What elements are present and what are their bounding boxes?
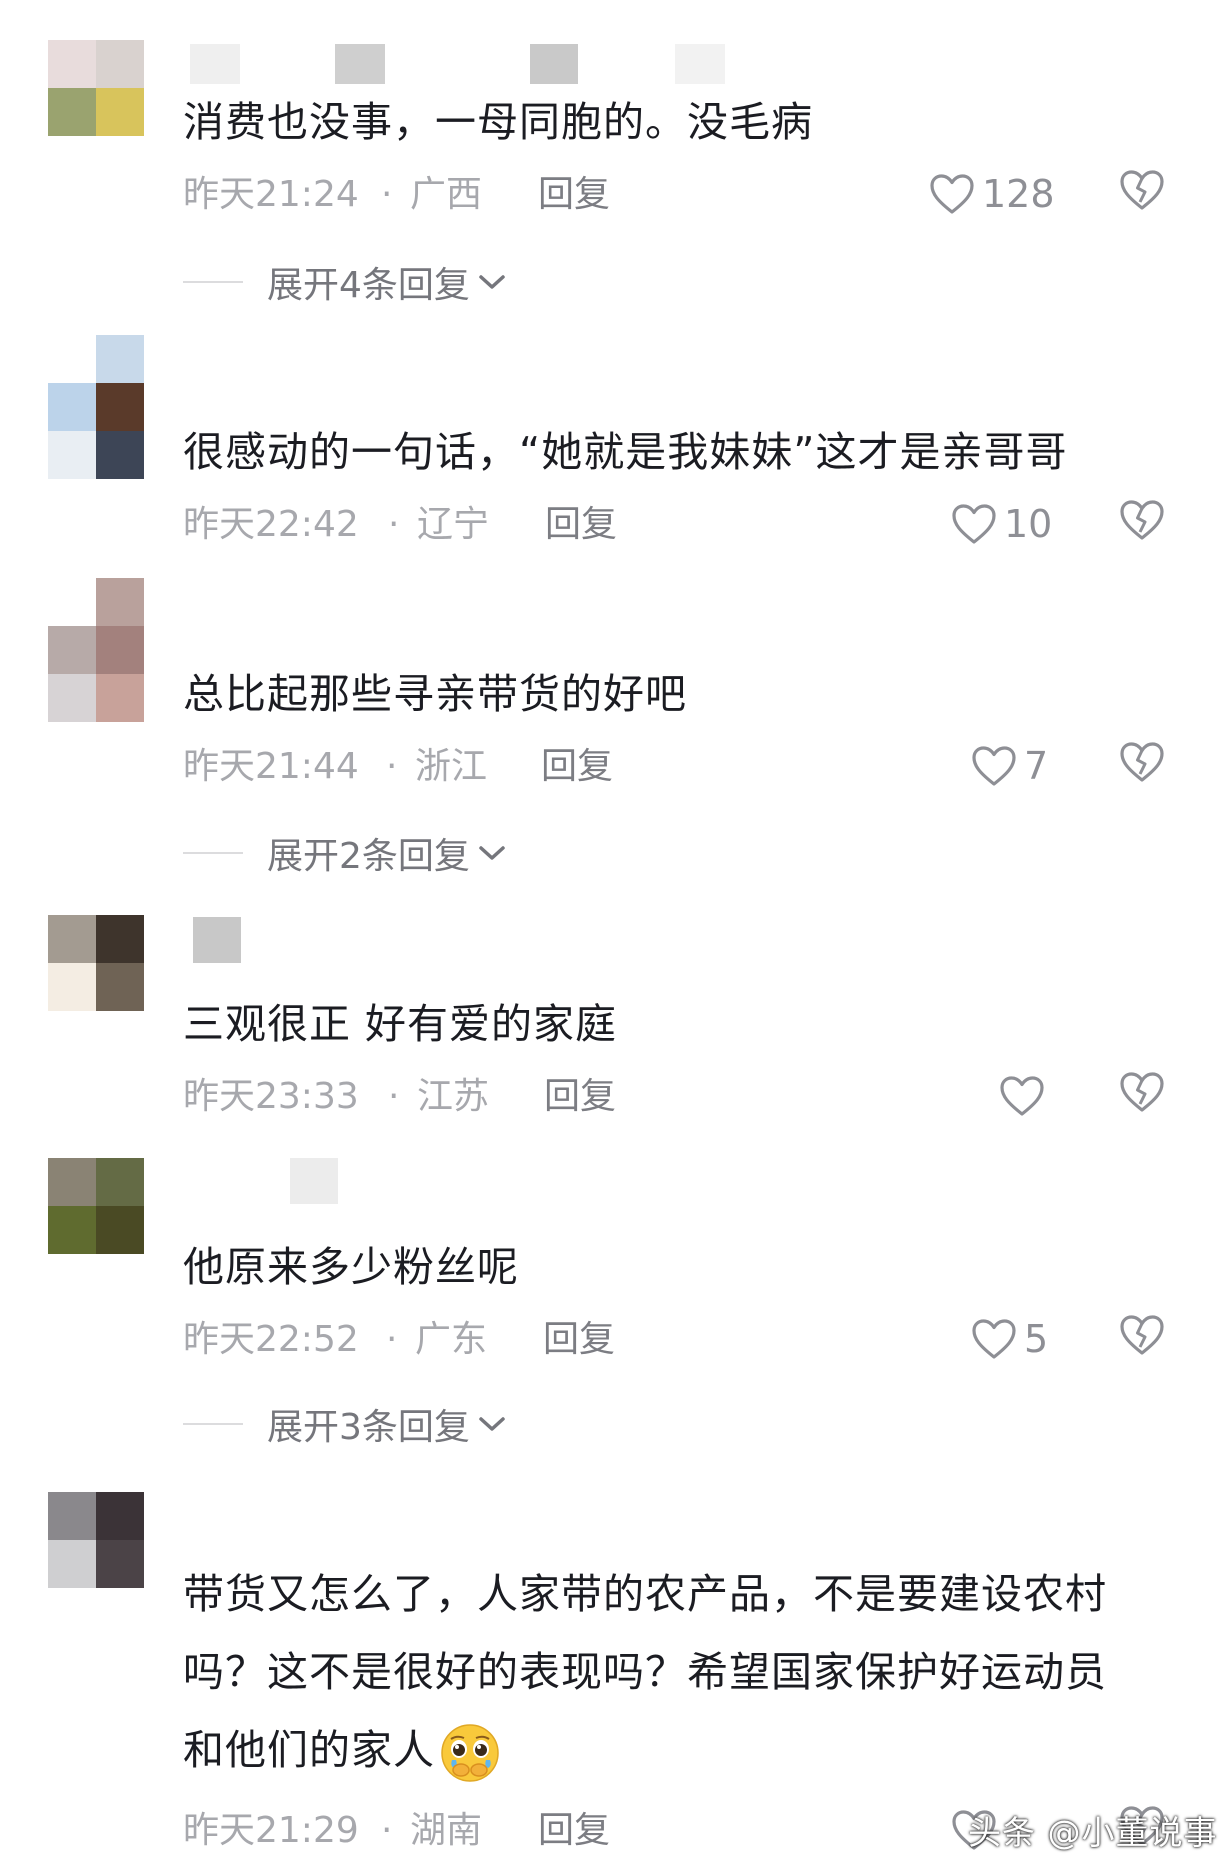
expand-replies-button[interactable]: 展开3条回复 xyxy=(183,1399,506,1449)
comment-text-last-line: 和他们的家人 xyxy=(183,1711,1168,1789)
reply-button[interactable]: 回复 xyxy=(543,1315,615,1365)
expand-replies-button[interactable]: 展开2条回复 xyxy=(183,828,506,878)
reply-button[interactable]: 回复 xyxy=(544,1072,616,1122)
dislike-button[interactable] xyxy=(1118,740,1170,792)
divider-line xyxy=(183,281,243,283)
broken-heart-icon xyxy=(1120,742,1164,782)
heart-icon xyxy=(952,504,996,544)
broken-heart-icon xyxy=(1120,1315,1164,1355)
reply-button[interactable]: 回复 xyxy=(545,500,617,550)
like-button[interactable]: 10 xyxy=(950,498,1052,550)
comment-time: 昨天23:33 xyxy=(183,1076,359,1117)
avatar[interactable] xyxy=(48,40,144,136)
reply-button[interactable]: 回复 xyxy=(538,170,610,220)
separator-dot: · xyxy=(388,504,400,545)
chevron-down-icon xyxy=(479,846,505,860)
chevron-down-icon xyxy=(479,1417,505,1431)
reply-button[interactable]: 回复 xyxy=(541,742,613,792)
username-blurred[interactable] xyxy=(335,44,385,84)
comment-text-line: 带货又怎么了，人家带的农产品，不是要建设农村 xyxy=(183,1570,1107,1618)
expand-replies-label: 展开4条回复 xyxy=(267,265,470,306)
reply-button[interactable]: 回复 xyxy=(538,1806,610,1856)
comment-location: 广西 xyxy=(410,174,483,215)
like-count: 5 xyxy=(1024,1317,1049,1361)
avatar[interactable] xyxy=(48,915,144,1011)
comment-location: 辽宁 xyxy=(417,504,490,545)
comment-text-line: 吗？这不是很好的表现吗？希望国家保护好运动员 xyxy=(183,1648,1107,1696)
pleading-face-icon xyxy=(441,1724,499,1782)
dislike-button[interactable] xyxy=(1118,1313,1170,1365)
like-button[interactable] xyxy=(998,1070,1052,1122)
like-button[interactable]: 7 xyxy=(970,740,1048,792)
comment-text: 很感动的一句话，“她就是我妹妹”这才是亲哥哥 xyxy=(183,428,1068,476)
comment-text: 三观很正 好有爱的家庭 xyxy=(183,1000,618,1048)
comment-time: 昨天22:52 xyxy=(183,1319,359,1360)
comment-time: 昨天21:24 xyxy=(183,174,359,215)
comment-text: 总比起那些寻亲带货的好吧 xyxy=(183,670,687,718)
broken-heart-icon xyxy=(1120,500,1164,540)
like-count: 7 xyxy=(1024,744,1049,788)
like-count: 10 xyxy=(1004,502,1053,546)
comment-text-line: 和他们的家人 xyxy=(183,1726,435,1774)
like-count: 128 xyxy=(982,172,1055,216)
username-blurred[interactable] xyxy=(290,1158,338,1204)
expand-replies-label: 展开2条回复 xyxy=(267,836,470,877)
heart-icon xyxy=(972,1319,1016,1359)
comment-time: 昨天22:42 xyxy=(183,504,359,545)
broken-heart-icon xyxy=(1120,170,1164,210)
expand-replies-button[interactable]: 展开4条回复 xyxy=(183,257,506,307)
comment-location: 湖南 xyxy=(410,1810,483,1851)
avatar[interactable] xyxy=(48,1158,144,1254)
dislike-button[interactable] xyxy=(1118,498,1170,550)
username-blurred[interactable] xyxy=(675,44,725,84)
expand-replies-label: 展开3条回复 xyxy=(267,1407,470,1448)
dislike-button[interactable] xyxy=(1118,1070,1170,1122)
comment-text: 消费也没事，一母同胞的。没毛病 xyxy=(183,98,813,146)
separator-dot: · xyxy=(388,1076,400,1117)
watermark: 头条 @小董说事 xyxy=(968,1813,1218,1852)
avatar[interactable] xyxy=(48,1492,144,1588)
dislike-button[interactable] xyxy=(1118,168,1170,220)
comment-text: 他原来多少粉丝呢 xyxy=(183,1243,519,1291)
avatar[interactable] xyxy=(48,578,144,722)
comment-location: 浙江 xyxy=(415,746,488,787)
username-blurred[interactable] xyxy=(530,44,578,84)
divider-line xyxy=(183,1423,243,1425)
separator-dot: · xyxy=(381,174,393,215)
username-blurred[interactable] xyxy=(193,917,241,963)
separator-dot: · xyxy=(386,746,398,787)
like-button[interactable]: 5 xyxy=(970,1313,1048,1365)
divider-line xyxy=(183,852,243,854)
like-button[interactable]: 128 xyxy=(928,168,1055,220)
comment-location: 广东 xyxy=(415,1319,488,1360)
chevron-down-icon xyxy=(479,275,505,289)
comment-location: 江苏 xyxy=(417,1076,490,1117)
avatar[interactable] xyxy=(48,335,144,479)
heart-icon xyxy=(972,746,1016,786)
comment-time: 昨天21:44 xyxy=(183,746,359,787)
separator-dot: · xyxy=(386,1319,398,1360)
separator-dot: · xyxy=(381,1810,393,1851)
heart-icon xyxy=(930,174,974,214)
heart-icon xyxy=(1000,1076,1044,1116)
comment-time: 昨天21:29 xyxy=(183,1810,359,1851)
username-blurred[interactable] xyxy=(190,44,240,84)
broken-heart-icon xyxy=(1120,1072,1164,1112)
